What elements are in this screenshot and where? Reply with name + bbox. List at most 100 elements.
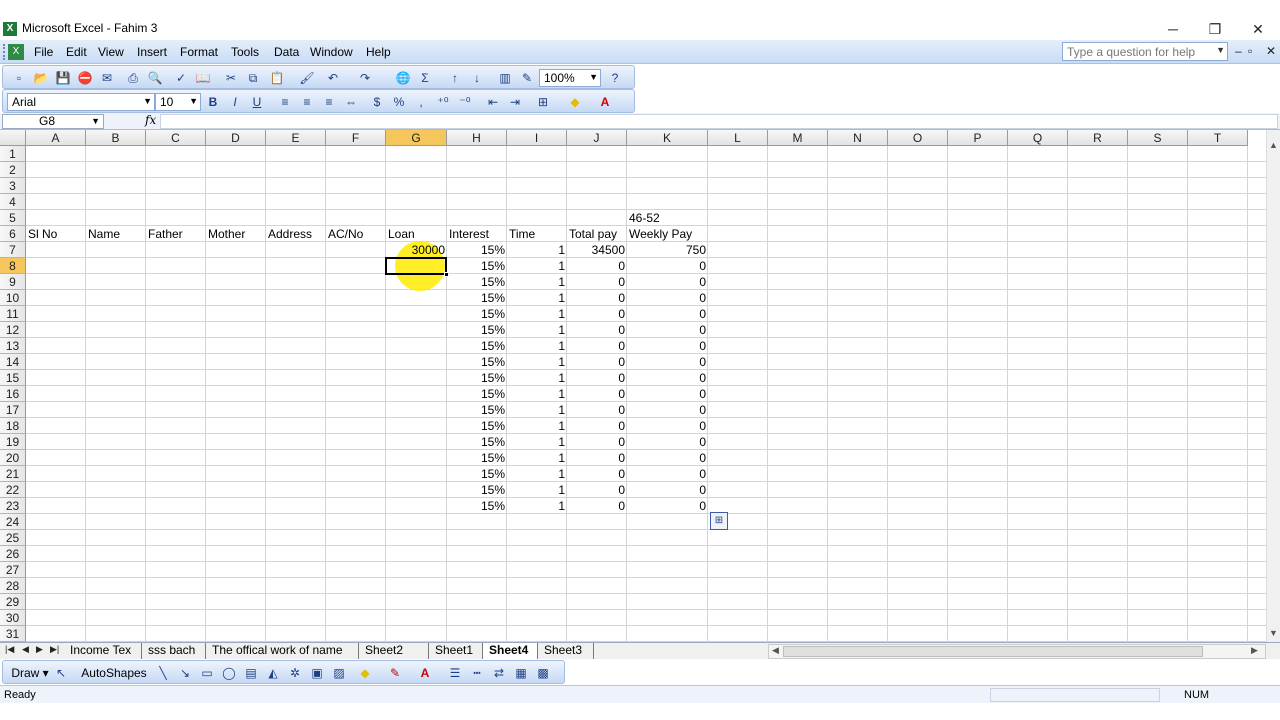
font-color-icon[interactable]: A <box>597 94 613 110</box>
zoom-select[interactable]: 100% ▼ <box>539 69 601 87</box>
cell-h21[interactable]: 15% <box>447 466 507 482</box>
picture-icon[interactable]: ▨ <box>331 665 347 681</box>
open-icon[interactable]: 📂 <box>33 70 49 86</box>
sheet-tab[interactable]: Sheet3 <box>538 643 594 659</box>
cell-i10[interactable]: 1 <box>507 290 567 306</box>
row-header-11[interactable]: 11 <box>0 306 26 322</box>
chevron-down-icon[interactable]: ▼ <box>589 72 598 82</box>
cell-h10[interactable]: 15% <box>447 290 507 306</box>
sheet-tab[interactable]: The offical work of name <box>206 643 359 659</box>
cell-h8[interactable]: 15% <box>447 258 507 274</box>
cell-g6[interactable]: Loan <box>386 226 447 242</box>
select-objects-icon[interactable]: ↖ <box>53 665 69 681</box>
cell-h18[interactable]: 15% <box>447 418 507 434</box>
clipart-icon[interactable]: ▣ <box>309 665 325 681</box>
cell-b6[interactable]: Name <box>86 226 146 242</box>
cell-k23[interactable]: 0 <box>627 498 708 514</box>
row-header-12[interactable]: 12 <box>0 322 26 338</box>
cell-k19[interactable]: 0 <box>627 434 708 450</box>
name-box[interactable]: G8 ▼ <box>2 114 104 129</box>
align-left-icon[interactable]: ≡ <box>277 94 293 110</box>
cell-k5[interactable]: 46-52 <box>627 210 708 226</box>
cell-j16[interactable]: 0 <box>567 386 627 402</box>
diagram-icon[interactable]: ✲ <box>287 665 303 681</box>
column-header-i[interactable]: I <box>507 130 567 146</box>
row-header-20[interactable]: 20 <box>0 450 26 466</box>
cell-h15[interactable]: 15% <box>447 370 507 386</box>
arrow-style-icon[interactable]: ⇄ <box>491 665 507 681</box>
last-sheet-icon[interactable]: ▶| <box>50 644 59 655</box>
cell-k9[interactable]: 0 <box>627 274 708 290</box>
drawing-icon[interactable]: ✎ <box>519 70 535 86</box>
cell-i12[interactable]: 1 <box>507 322 567 338</box>
row-header-1[interactable]: 1 <box>0 146 26 162</box>
cell-c6[interactable]: Father <box>146 226 206 242</box>
bold-button[interactable]: B <box>205 94 221 110</box>
cell-j13[interactable]: 0 <box>567 338 627 354</box>
menu-edit[interactable]: Edit <box>66 45 87 59</box>
cell-f6[interactable]: AC/No <box>326 226 386 242</box>
oval-icon[interactable]: ◯ <box>221 665 237 681</box>
row-header-10[interactable]: 10 <box>0 290 26 306</box>
cell-j20[interactable]: 0 <box>567 450 627 466</box>
cell-k18[interactable]: 0 <box>627 418 708 434</box>
fill-color-icon[interactable]: ◆ <box>567 94 583 110</box>
column-header-d[interactable]: D <box>206 130 266 146</box>
cell-g7[interactable]: 30000 <box>386 242 447 258</box>
dash-style-icon[interactable]: ┅ <box>469 665 485 681</box>
merge-center-icon[interactable]: ⇔ <box>343 94 359 110</box>
cell-j23[interactable]: 0 <box>567 498 627 514</box>
chevron-down-icon[interactable]: ▼ <box>91 115 100 128</box>
row-header-25[interactable]: 25 <box>0 530 26 546</box>
scroll-down-icon[interactable]: ▼ <box>1269 628 1278 638</box>
cell-d6[interactable]: Mother <box>206 226 266 242</box>
row-header-15[interactable]: 15 <box>0 370 26 386</box>
prev-sheet-icon[interactable]: ◀ <box>22 644 29 655</box>
cell-j21[interactable]: 0 <box>567 466 627 482</box>
cell-k15[interactable]: 0 <box>627 370 708 386</box>
column-header-s[interactable]: S <box>1128 130 1188 146</box>
cell-k13[interactable]: 0 <box>627 338 708 354</box>
sort-descending-icon[interactable]: ↓ <box>469 70 485 86</box>
underline-button[interactable]: U <box>249 94 265 110</box>
font-size-select[interactable]: 10 ▼ <box>155 93 201 111</box>
cell-a6[interactable]: Sl No <box>26 226 86 242</box>
cell-j15[interactable]: 0 <box>567 370 627 386</box>
row-header-24[interactable]: 24 <box>0 514 26 530</box>
column-header-r[interactable]: R <box>1068 130 1128 146</box>
cell-h19[interactable]: 15% <box>447 434 507 450</box>
row-header-18[interactable]: 18 <box>0 418 26 434</box>
menu-grip[interactable] <box>3 44 6 60</box>
wordart-icon[interactable]: ◭ <box>265 665 281 681</box>
cell-j18[interactable]: 0 <box>567 418 627 434</box>
comma-button[interactable]: , <box>413 94 429 110</box>
menu-window[interactable]: Window <box>310 45 353 59</box>
new-icon[interactable]: ▫ <box>11 70 27 86</box>
row-header-30[interactable]: 30 <box>0 610 26 626</box>
chevron-down-icon[interactable]: ▼ <box>1216 45 1225 55</box>
formula-input[interactable] <box>160 114 1278 129</box>
close-button[interactable]: ✕ <box>1236 18 1280 40</box>
cell-i15[interactable]: 1 <box>507 370 567 386</box>
font-select[interactable]: Arial ▼ <box>7 93 155 111</box>
row-header-14[interactable]: 14 <box>0 354 26 370</box>
row-header-29[interactable]: 29 <box>0 594 26 610</box>
cell-k12[interactable]: 0 <box>627 322 708 338</box>
column-header-k[interactable]: K <box>627 130 708 146</box>
chevron-down-icon[interactable]: ▼ <box>189 96 198 106</box>
cell-j10[interactable]: 0 <box>567 290 627 306</box>
menu-data[interactable]: Data <box>274 45 299 59</box>
cell-h23[interactable]: 15% <box>447 498 507 514</box>
research-icon[interactable]: 📖 <box>195 70 211 86</box>
format-painter-icon[interactable]: 🖌 <box>299 70 315 86</box>
row-header-21[interactable]: 21 <box>0 466 26 482</box>
horizontal-scrollbar[interactable]: ◀ ▶ <box>768 644 1266 659</box>
workbook-close-button[interactable]: ✕ <box>1266 44 1276 58</box>
align-center-icon[interactable]: ≡ <box>299 94 315 110</box>
column-header-e[interactable]: E <box>266 130 326 146</box>
scroll-thumb[interactable] <box>783 646 1203 657</box>
menu-format[interactable]: Format <box>180 45 218 59</box>
cell-k8[interactable]: 0 <box>627 258 708 274</box>
print-preview-icon[interactable]: 🔍 <box>147 70 163 86</box>
cell-i22[interactable]: 1 <box>507 482 567 498</box>
